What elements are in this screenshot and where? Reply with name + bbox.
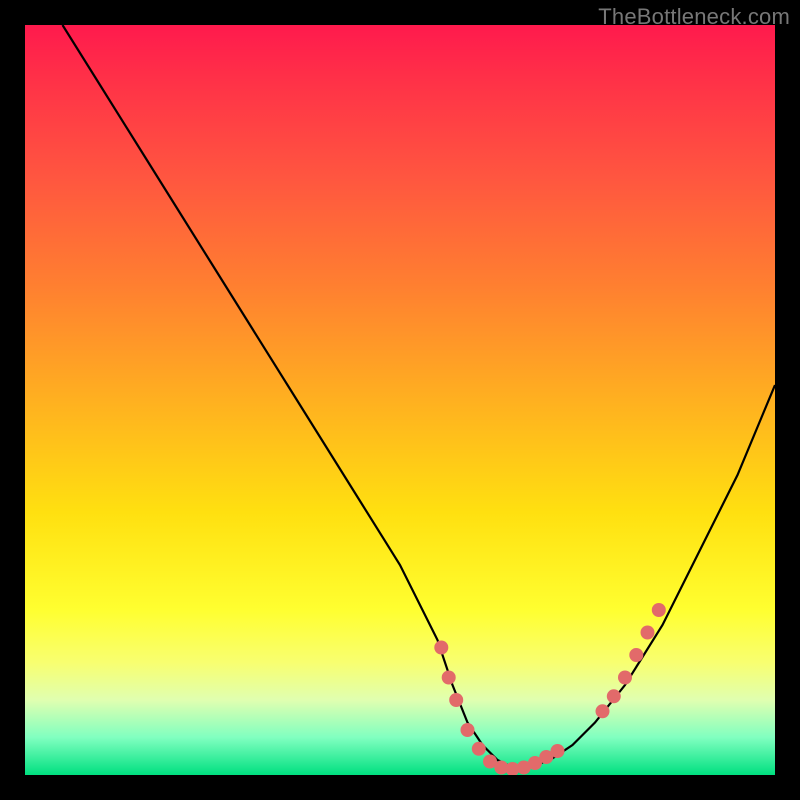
curve-marker [449, 693, 463, 707]
curve-markers [434, 603, 666, 775]
curve-marker [596, 704, 610, 718]
curve-marker [442, 671, 456, 685]
curve-marker [652, 603, 666, 617]
watermark-text: TheBottleneck.com [598, 4, 790, 30]
curve-marker [461, 723, 475, 737]
chart-frame: TheBottleneck.com [0, 0, 800, 800]
curve-marker [629, 648, 643, 662]
curve-marker [434, 641, 448, 655]
curve-marker [618, 671, 632, 685]
curve-marker [472, 742, 486, 756]
chart-svg [25, 25, 775, 775]
bottleneck-curve [63, 25, 776, 768]
curve-marker [551, 744, 565, 758]
curve-marker [607, 689, 621, 703]
curve-marker [641, 626, 655, 640]
